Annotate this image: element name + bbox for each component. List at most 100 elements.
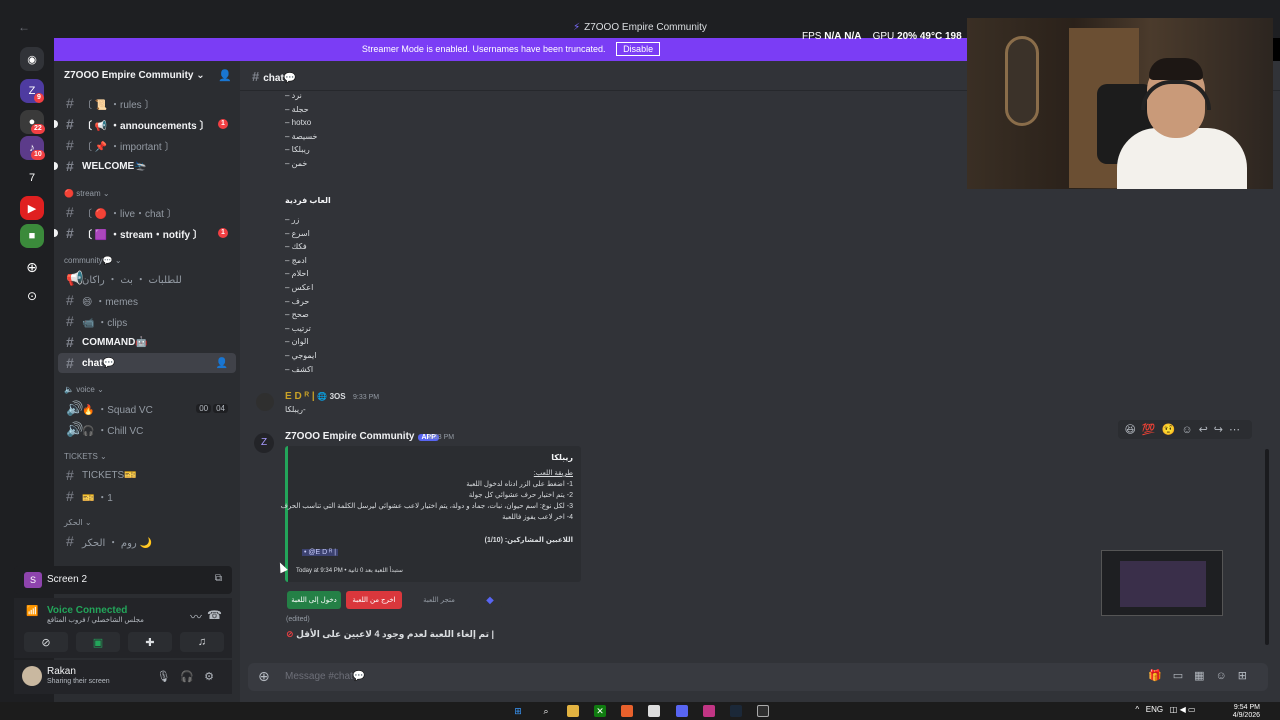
join-game-button[interactable]: دخول إلى اللعبة	[287, 591, 341, 609]
app-icon[interactable]	[757, 705, 769, 717]
channel-chat[interactable]: # chat💬 👤	[58, 353, 236, 373]
voice-connected-status[interactable]: Voice Connected	[47, 605, 127, 616]
hash-icon: #	[66, 137, 74, 153]
steam-icon[interactable]	[730, 705, 742, 717]
channel-memes[interactable]: # 😄 ・memes	[58, 290, 236, 310]
apps-icon[interactable]: ⊞	[1238, 670, 1258, 682]
screen-share-preview[interactable]	[1101, 550, 1223, 616]
info-button[interactable]: ◆	[478, 591, 502, 609]
voice-channel-chill[interactable]: 🔊 🎧 ・Chill VC	[58, 419, 236, 439]
more-icon[interactable]: ⋯	[1229, 424, 1246, 436]
leave-game-button[interactable]: اخرج من اللعبة	[346, 591, 402, 609]
server-icon-3[interactable]: ♪ 10	[20, 136, 45, 160]
discover-icon[interactable]: ⊙	[20, 284, 44, 308]
server-icon-2[interactable]: ● 22	[20, 110, 45, 134]
hash-icon: #	[66, 533, 74, 549]
battery-icon[interactable]: ▭	[1188, 705, 1196, 714]
channel-command[interactable]: # COMMAND🤖	[58, 332, 236, 352]
windows-start-icon[interactable]: ⊞	[512, 705, 524, 717]
category-voice[interactable]: 🔈 voice ⌄	[64, 385, 104, 394]
disconnect-icon[interactable]: ☎	[207, 608, 222, 622]
add-reaction-icon[interactable]: ☺	[1181, 424, 1198, 436]
server-icon-z7ooo[interactable]: Z9	[20, 79, 44, 103]
channel-live-chat[interactable]: # 〔 🔴 ・live・chat 〕	[58, 202, 236, 222]
reaction-icon[interactable]: 😆	[1124, 424, 1141, 436]
server-icon-red[interactable]: ▶	[20, 196, 44, 220]
noise-suppression-icon[interactable]: 〰	[190, 608, 202, 625]
emoji-picker-icon[interactable]: ☺	[1216, 670, 1238, 682]
camera-off-button[interactable]: ⊘	[24, 632, 68, 652]
hundred-icon[interactable]: 💯	[1142, 424, 1162, 436]
popout-icon[interactable]: ⧉	[215, 573, 222, 584]
gif-icon[interactable]: ▭	[1173, 670, 1194, 682]
tray-arrow-icon[interactable]: ^	[1135, 705, 1139, 714]
category-stream[interactable]: 🔴 stream ⌄	[64, 189, 110, 198]
hash-icon: #	[66, 158, 74, 174]
chat-scrollbar[interactable]	[1265, 449, 1269, 645]
disable-streamer-mode-button[interactable]: Disable	[616, 42, 661, 56]
microphone-icon[interactable]: 🎙	[156, 671, 180, 683]
message-composer[interactable]: ⊕ Message #chat💬 🎁▭▦☺⊞	[248, 663, 1268, 691]
sticker-icon[interactable]: ▦	[1194, 670, 1215, 682]
headphones-icon[interactable]: 🎧	[180, 671, 204, 683]
screen-share-bar[interactable]: S Screen 2 ⧉	[14, 566, 232, 594]
channel-rakan-requests[interactable]: 📢 للطلبات ・ بث ・ راكان	[58, 268, 236, 288]
channel-room[interactable]: # روم ・ الحكر 🌙	[58, 531, 236, 551]
avatar[interactable]	[256, 393, 274, 411]
gear-icon[interactable]: ⚙	[204, 671, 224, 683]
channel-rules[interactable]: # 〔 📜 ・rules 〕	[58, 93, 236, 113]
voice-channel-squad[interactable]: 🔊 🔥 ・Squad VC 00 04	[58, 398, 236, 418]
server-icon-number[interactable]: 7	[20, 166, 44, 190]
calculator-icon[interactable]	[648, 705, 660, 717]
channel-clips[interactable]: # 📹 ・clips	[58, 311, 236, 331]
hash-icon: #	[66, 313, 74, 329]
channel-important[interactable]: # 〔 📌 ・important 〕	[58, 135, 236, 155]
screen-share-label: Screen 2	[47, 574, 88, 585]
channel-stream-notify[interactable]: # 〔 🟪 ・stream・notify 〕 1	[54, 223, 236, 243]
activities-button[interactable]: ✚	[128, 632, 172, 652]
share-screen-button[interactable]: ▣	[76, 632, 120, 652]
user-name[interactable]: Rakan	[47, 666, 76, 677]
brave-icon[interactable]	[621, 705, 633, 717]
voice-channel-location[interactable]: مجلس الشاخصلي / فروب المتافع	[47, 616, 144, 624]
instagram-icon[interactable]	[703, 705, 715, 717]
invite-people-icon[interactable]: 👤	[218, 69, 232, 82]
xbox-icon[interactable]: ✕	[594, 705, 606, 717]
attach-plus-icon[interactable]: ⊕	[258, 668, 270, 685]
channel-announcements[interactable]: # 〔 📢 ・announcements 〕 1	[54, 114, 236, 134]
clock[interactable]: 9:54 PM 4/9/2026	[1233, 704, 1260, 720]
server-header[interactable]: Z7OOO Empire Community ⌄ 👤	[54, 61, 240, 91]
server-icon-green[interactable]: ■	[20, 224, 44, 248]
language-indicator[interactable]: ENG	[1146, 705, 1163, 714]
soundboard-button[interactable]: ♫	[180, 632, 224, 652]
search-icon[interactable]: ⌕	[540, 705, 552, 717]
composer-placeholder[interactable]: Message #chat💬	[285, 671, 365, 682]
channel-welcome[interactable]: # WELCOME🛬	[54, 156, 236, 176]
emoji-icon[interactable]: 🤨	[1162, 424, 1182, 436]
discord-icon[interactable]	[676, 705, 688, 717]
channel-tickets[interactable]: # TICKETS🎫	[58, 465, 236, 485]
category-rooms[interactable]: الحكر ⌄	[64, 518, 92, 527]
discord-home-icon[interactable]: ◉	[20, 47, 44, 71]
file-explorer-icon[interactable]	[567, 705, 579, 717]
add-member-icon[interactable]: 👤	[216, 358, 228, 369]
message-author[interactable]: E D ᴿ | 🌐 3OS	[285, 391, 346, 402]
hash-icon: #	[66, 225, 74, 241]
list-item: ادمج –	[285, 255, 307, 265]
reply-icon[interactable]: ↩	[1199, 424, 1214, 436]
avatar[interactable]	[22, 666, 42, 686]
channel-ticket-1[interactable]: # 🎫 ・1	[58, 486, 236, 506]
add-server-icon[interactable]: ⊕	[20, 255, 44, 279]
category-community[interactable]: community💬 ⌄	[64, 256, 122, 265]
signal-icon[interactable]: 📶	[26, 606, 38, 617]
forward-icon[interactable]: ↪	[1214, 424, 1229, 436]
volume-icon[interactable]: ◀	[1180, 705, 1186, 714]
network-icon[interactable]: ◫	[1170, 705, 1178, 714]
bot-avatar[interactable]: Z	[254, 433, 274, 453]
game-store-button[interactable]: متجر اللعبة	[408, 591, 470, 609]
player-mention[interactable]: • @E D ᴿ |	[302, 549, 339, 556]
edited-label: (edited)	[286, 616, 310, 623]
bot-author[interactable]: Z7OOO Empire Community APP	[285, 431, 439, 442]
gift-icon[interactable]: 🎁	[1148, 670, 1173, 682]
category-tickets[interactable]: TICKETS ⌄	[64, 452, 107, 461]
